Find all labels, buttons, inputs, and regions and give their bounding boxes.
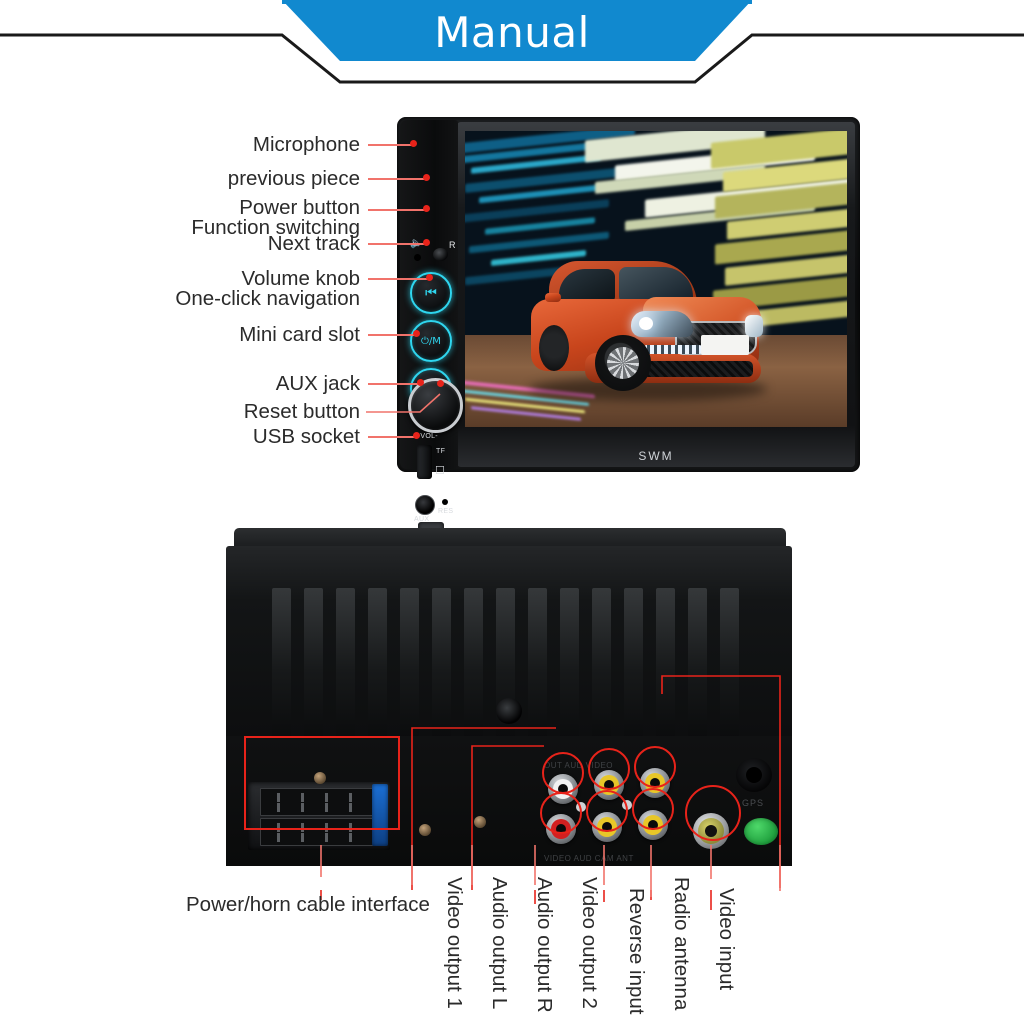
- tf-card-slot[interactable]: [417, 445, 432, 479]
- leader-reset-button: [366, 393, 441, 413]
- leader-power-button: [368, 209, 426, 211]
- callout-video-output-1: Video output 1: [443, 877, 466, 1009]
- power-mode-button[interactable]: ⏻/M: [410, 320, 452, 362]
- callout-video-input: Video input: [715, 888, 738, 991]
- microphone-hole: [414, 254, 421, 261]
- callout-previous-piece: previous piece: [227, 167, 360, 190]
- card-icon: ☐: [435, 465, 446, 477]
- callout-power-horn-cable-interface: Power/horn cable interface: [186, 893, 430, 916]
- tf-label: TF: [436, 448, 446, 455]
- car-photo: [523, 249, 773, 409]
- marker-reset-button: [437, 380, 444, 387]
- reset-button[interactable]: [442, 499, 448, 505]
- marker-next-track: [423, 239, 430, 246]
- callout-audio-output-l: Audio output L: [488, 877, 511, 1010]
- marker-power-button: [423, 205, 430, 212]
- marker-usb-socket: [413, 432, 420, 439]
- brand-logo: SWM: [638, 449, 674, 463]
- leader-microphone: [368, 144, 413, 146]
- callout-microphone: Microphone: [252, 133, 360, 156]
- leader-volume-knob: [368, 278, 429, 280]
- callout-one-click-navigation: One-click navigation: [175, 287, 360, 310]
- leader-usb-socket: [368, 436, 418, 438]
- marker-aux-jack: [417, 379, 424, 386]
- marker-microphone: [410, 140, 417, 147]
- callout-next-track: Next track: [267, 232, 360, 255]
- callout-mini-card-slot: Mini card slot: [239, 323, 360, 346]
- marker-mini-card-slot: [413, 330, 420, 337]
- front-panel-image: SWM 🔈 R ⏮ ⏻/M ⏭ +VOL- TF ☐ AUX RES: [397, 117, 860, 584]
- marker-previous-piece: [423, 174, 430, 181]
- leader-next-track: [368, 243, 426, 245]
- ir-receiver-label: R: [449, 240, 456, 250]
- screen-bezel: SWM: [457, 122, 855, 467]
- callout-reverse-input: Reverse input: [625, 888, 648, 1015]
- callout-reset-button: Reset button: [243, 400, 360, 423]
- leader-aux-jack: [368, 383, 420, 385]
- marker-volume-knob: [426, 274, 433, 281]
- ir-receiver-eye: [433, 248, 448, 261]
- callout-audio-output-r: Audio output R: [533, 877, 556, 1013]
- page-title: Manual: [434, 8, 590, 57]
- aux-jack[interactable]: [415, 495, 435, 515]
- callout-aux-jack: AUX jack: [275, 372, 360, 395]
- display-screen[interactable]: [465, 131, 847, 427]
- callout-video-output-2: Video output 2: [578, 877, 601, 1009]
- callout-radio-antenna: Radio antenna: [670, 877, 693, 1011]
- reset-label: RES: [438, 508, 454, 515]
- leader-previous-piece: [368, 178, 426, 180]
- header-banner: Manual: [0, 0, 1024, 96]
- leader-mini-card-slot: [368, 334, 418, 336]
- callout-usb-socket: USB socket: [252, 425, 360, 448]
